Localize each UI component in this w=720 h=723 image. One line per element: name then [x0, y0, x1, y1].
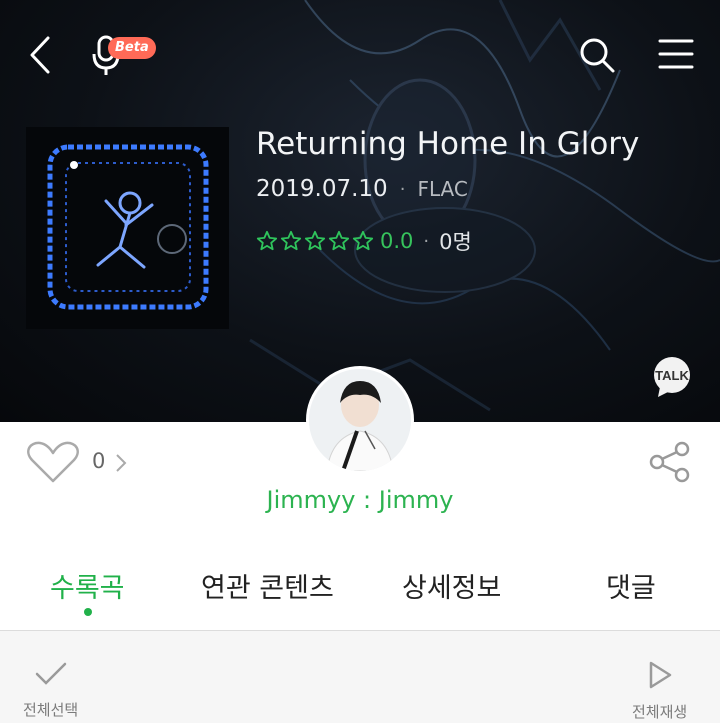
album-tabs: 수록곡 연관 콘텐츠 상세정보 댓글: [0, 558, 720, 630]
album-rating[interactable]: 0.0 · 0명: [256, 226, 472, 256]
audio-format: FLAC: [417, 177, 468, 201]
rating-score: 0.0: [380, 229, 414, 253]
share-icon: [649, 441, 690, 483]
talk-label: TALK: [655, 368, 689, 383]
album-cover-art: [26, 127, 229, 329]
star-outline-icon: [280, 230, 302, 251]
heart-outline-icon: [27, 441, 79, 483]
like-button[interactable]: [26, 440, 80, 484]
select-all-label: 전체선택: [23, 701, 79, 719]
tab-tracks[interactable]: 수록곡: [50, 566, 125, 605]
menu-button[interactable]: [654, 34, 698, 74]
artist-name[interactable]: Jimmyy : Jimmy: [0, 486, 720, 514]
star-outline-icon: [304, 230, 326, 251]
beta-badge: Beta: [108, 37, 156, 59]
meta-separator: ·: [399, 178, 406, 200]
back-button[interactable]: [18, 30, 62, 80]
play-icon: [649, 661, 671, 689]
star-outline-icon: [352, 230, 374, 251]
hamburger-menu-icon: [658, 39, 694, 69]
chevron-left-icon: [30, 36, 50, 74]
release-date: 2019.07.10: [256, 176, 388, 202]
select-all-button[interactable]: 전체선택: [23, 661, 78, 720]
rating-count: 0명: [439, 230, 472, 254]
album-meta: 2019.07.10 · FLAC: [256, 176, 468, 202]
talk-bubble-icon: TALK: [654, 357, 690, 397]
chevron-right-icon: [116, 454, 127, 472]
top-navigation-bar: Beta: [0, 0, 720, 104]
star-outline-icon: [256, 230, 278, 251]
rating-separator: ·: [423, 230, 430, 252]
play-all-button[interactable]: 전체재생: [632, 661, 687, 722]
tab-details[interactable]: 상세정보: [402, 566, 501, 605]
search-icon: [580, 38, 615, 73]
album-hero-header: Beta Returning Home In Glory 2019.07.10 …: [0, 0, 720, 422]
play-all-label: 전체재생: [632, 703, 688, 721]
album-cover[interactable]: [26, 127, 229, 329]
star-outline-icon: [328, 230, 350, 251]
active-tab-indicator: [84, 608, 92, 616]
share-button[interactable]: [648, 440, 692, 484]
rating-stars[interactable]: [256, 230, 374, 252]
track-list-toolbar: 전체선택 전체재생: [0, 631, 720, 723]
check-icon: [35, 662, 66, 685]
artist-photo: [309, 369, 411, 471]
tab-comments[interactable]: 댓글: [606, 566, 656, 605]
tab-related-content[interactable]: 연관 콘텐츠: [201, 566, 334, 605]
album-title: Returning Home In Glory: [256, 126, 640, 162]
talk-button[interactable]: TALK: [648, 355, 696, 399]
like-count[interactable]: 0: [92, 449, 105, 473]
album-detail-page: Beta Returning Home In Glory 2019.07.10 …: [0, 0, 720, 723]
artist-avatar[interactable]: [306, 366, 414, 474]
search-button[interactable]: [574, 32, 620, 78]
